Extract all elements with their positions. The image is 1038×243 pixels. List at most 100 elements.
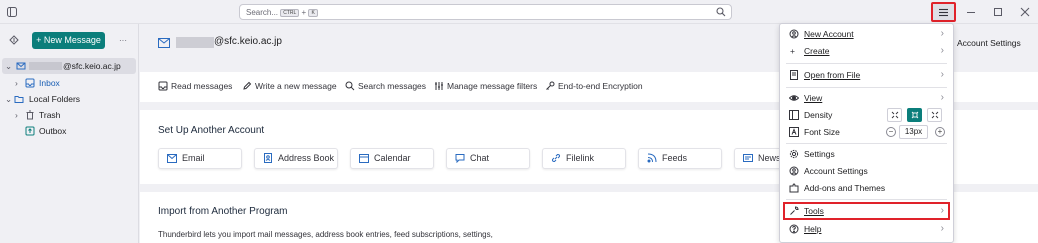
- menu-separator: [786, 199, 947, 200]
- menu-separator: [786, 63, 947, 64]
- mail-icon: [167, 154, 177, 163]
- file-icon: [790, 70, 798, 80]
- import-description: Thunderbird lets you import mail message…: [158, 230, 493, 239]
- menu-item-account-settings[interactable]: Account Settings: [780, 163, 953, 179]
- eye-icon: [789, 95, 799, 101]
- get-messages-icon[interactable]: [8, 34, 20, 46]
- mail-icon: [158, 38, 170, 48]
- menu-item-create[interactable]: + Create ›: [780, 43, 953, 59]
- new-account-icon: [789, 29, 799, 39]
- folder-local-folders[interactable]: ⌄ Local Folders: [4, 91, 134, 107]
- density-compact-button[interactable]: [887, 108, 902, 122]
- chevron-right-icon: ›: [940, 69, 944, 80]
- font-decrease-button[interactable]: −: [886, 127, 896, 137]
- chevron-right-icon: ›: [15, 78, 18, 88]
- minimize-icon[interactable]: [964, 5, 978, 19]
- chevron-right-icon: ›: [940, 28, 944, 39]
- inbox-icon: [25, 78, 35, 88]
- redacted-username: [176, 37, 214, 48]
- key-icon: [546, 81, 555, 90]
- write-message-link[interactable]: Write a new message: [242, 81, 337, 91]
- kbd-ctrl: CTRL: [280, 9, 300, 17]
- pencil-icon: [243, 81, 252, 90]
- manage-filters-link[interactable]: Manage message filters: [434, 81, 537, 91]
- help-icon: [789, 224, 799, 234]
- density-icon: [789, 110, 799, 120]
- folder-inbox[interactable]: › Inbox: [14, 75, 134, 91]
- newsgroup-icon: [743, 154, 753, 162]
- title-bar: Search... CTRL + K: [0, 0, 1038, 24]
- chevron-right-icon: ›: [940, 223, 944, 234]
- filter-icon: [435, 82, 443, 90]
- menu-item-settings[interactable]: Settings: [780, 146, 953, 162]
- folder-outbox[interactable]: Outbox: [14, 123, 134, 139]
- search-icon: [345, 81, 355, 91]
- new-message-button[interactable]: + New Message: [32, 32, 105, 49]
- relaxed-icon: [931, 111, 939, 119]
- gear-icon: [789, 149, 799, 159]
- chevron-down-icon: ⌄: [5, 61, 13, 71]
- menu-item-font-size: Font Size − 13px +: [780, 124, 953, 140]
- chevron-down-icon: ⌄: [5, 94, 13, 104]
- menu-item-addons[interactable]: Add-ons and Themes: [780, 180, 953, 196]
- mail-account-icon: [16, 62, 26, 70]
- search-placeholder: Search... CTRL + K: [246, 8, 318, 17]
- close-icon[interactable]: [1018, 5, 1032, 19]
- trash-icon: [26, 110, 34, 120]
- search-messages-link[interactable]: Search messages: [345, 81, 426, 91]
- setup-title: Set Up Another Account: [158, 125, 265, 136]
- import-title: Import from Another Program: [158, 206, 288, 217]
- account-settings-link[interactable]: Account Settings: [957, 38, 1021, 48]
- account-row[interactable]: ⌄ @sfc.keio.ac.jp: [2, 58, 136, 74]
- app-menu-button[interactable]: [931, 2, 956, 22]
- folder-label: Local Folders: [29, 94, 81, 104]
- menu-item-open-file[interactable]: Open from File ›: [780, 67, 953, 83]
- account-settings-icon: [789, 166, 799, 176]
- menu-item-new-account[interactable]: New Account ›: [780, 26, 953, 42]
- setup-email-button[interactable]: Email: [158, 148, 242, 169]
- plus-icon: +: [790, 46, 795, 56]
- address-book-icon: [264, 153, 272, 163]
- setup-filelink-button[interactable]: Filelink: [542, 148, 626, 169]
- account-label: @sfc.keio.ac.jp: [63, 61, 121, 71]
- chat-icon: [455, 154, 465, 164]
- inbox-icon: [158, 81, 168, 91]
- folder-label: Trash: [39, 110, 61, 120]
- redacted-username: [29, 62, 62, 70]
- more-options-button[interactable]: ···: [119, 36, 127, 45]
- maximize-icon[interactable]: [991, 5, 1005, 19]
- plus-icon: +: [36, 35, 42, 45]
- chevron-right-icon: ›: [940, 205, 944, 216]
- search-input[interactable]: Search... CTRL + K: [239, 4, 732, 20]
- app-menu-panel: New Account › + Create › Open from File › V…: [779, 23, 954, 243]
- folder-trash[interactable]: › Trash: [14, 107, 134, 123]
- link-icon: [551, 153, 561, 163]
- menu-item-view[interactable]: View ›: [780, 90, 953, 106]
- font-size-value: 13px: [899, 125, 928, 139]
- wrench-icon: [790, 206, 799, 215]
- chevron-right-icon: ›: [15, 110, 18, 120]
- setup-calendar-button[interactable]: Calendar: [350, 148, 434, 169]
- outbox-icon: [25, 126, 35, 136]
- setup-feeds-button[interactable]: Feeds: [638, 148, 722, 169]
- hamburger-icon: [939, 8, 948, 17]
- search-icon[interactable]: [716, 7, 726, 17]
- read-messages-link[interactable]: Read messages: [158, 81, 232, 91]
- menu-item-density: Density: [780, 107, 953, 123]
- e2e-encryption-link[interactable]: End-to-end Encryption: [545, 81, 643, 91]
- folder-pane: + New Message ··· ⌄ @sfc.keio.ac.jp › In…: [0, 24, 139, 243]
- folder-label: Outbox: [39, 126, 67, 136]
- density-relaxed-button[interactable]: [927, 108, 942, 122]
- chevron-right-icon: ›: [940, 45, 944, 56]
- normal-density-icon: [911, 111, 919, 119]
- rss-icon: [647, 153, 657, 163]
- menu-item-help[interactable]: Help ›: [780, 221, 953, 237]
- spaces-toolbar-icon[interactable]: [6, 6, 18, 18]
- puzzle-icon: [789, 183, 799, 193]
- setup-address-book-button[interactable]: Address Book: [254, 148, 338, 169]
- calendar-icon: [359, 154, 369, 163]
- font-increase-button[interactable]: +: [935, 127, 945, 137]
- density-normal-button[interactable]: [907, 108, 922, 122]
- setup-chat-button[interactable]: Chat: [446, 148, 530, 169]
- menu-item-tools[interactable]: Tools ›: [780, 203, 953, 219]
